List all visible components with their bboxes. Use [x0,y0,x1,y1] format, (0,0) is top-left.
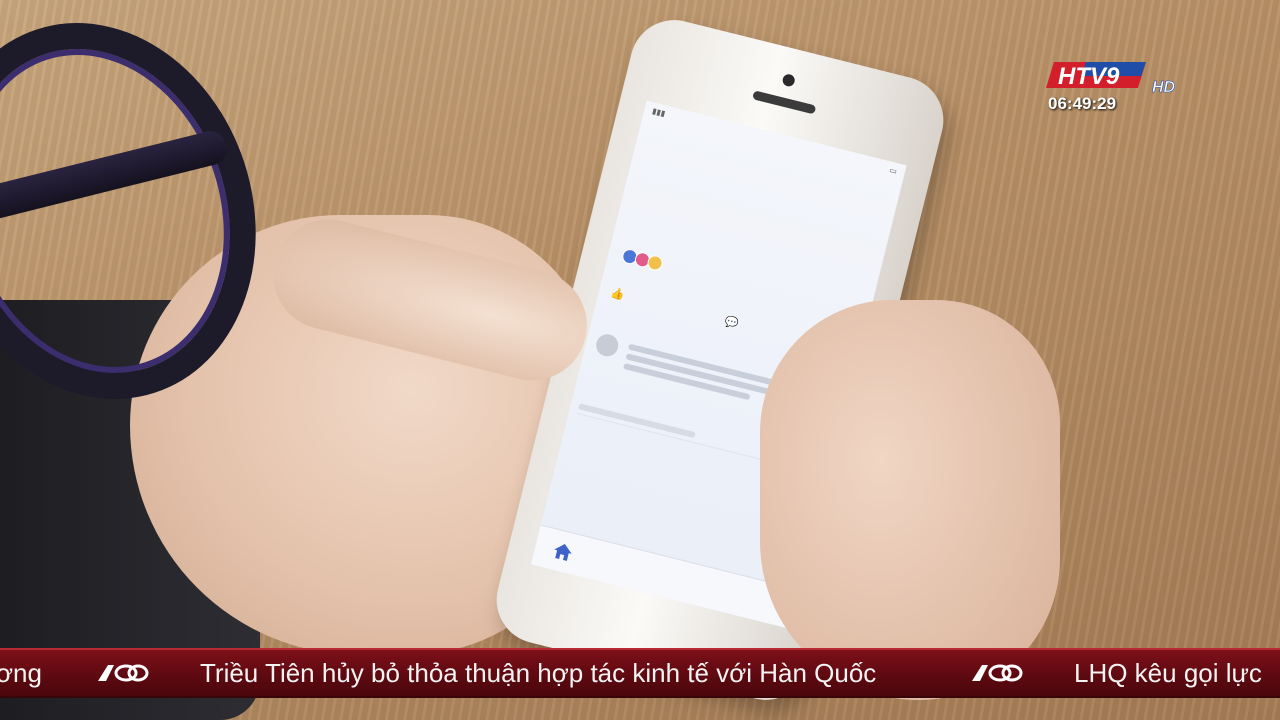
earpiece-speaker [752,90,817,115]
home-icon[interactable] [551,540,575,564]
battery-icon: ▭ [888,164,899,176]
ticker-item-2: Triều Tiên hủy bỏ thỏa thuận hợp tác kin… [200,658,877,688]
ticker-item-1: ơng [0,658,42,688]
htv9-logo-icon: HTV9 HD [1046,62,1176,94]
channel-watermark: HTV9 HD 06:49:29 [1046,58,1191,116]
htv-loop-logo-icon [972,664,1023,682]
like-action-icon[interactable]: 👍 [610,286,626,302]
htv-loop-logo-icon [98,664,149,682]
front-camera [781,73,796,88]
broadcast-clock: 06:49:29 [1048,94,1117,113]
svg-text:HTV9: HTV9 [1058,63,1120,90]
svg-text:HD: HD [1152,79,1176,94]
signal-icon: ▮▮▮ [651,105,667,118]
right-hand [760,300,1060,700]
reaction-icons [620,247,665,272]
avatar [593,331,621,359]
news-ticker: ơng Triều Tiên hủy bỏ thỏa thuận hợp tác… [0,648,1280,698]
status-bar: ▮▮▮ ▭ [643,101,907,181]
ticker-item-3: LHQ kêu gọi lực [1074,658,1262,688]
haha-reaction-icon [645,253,665,272]
comment-action-icon[interactable]: 💬 [724,314,740,330]
